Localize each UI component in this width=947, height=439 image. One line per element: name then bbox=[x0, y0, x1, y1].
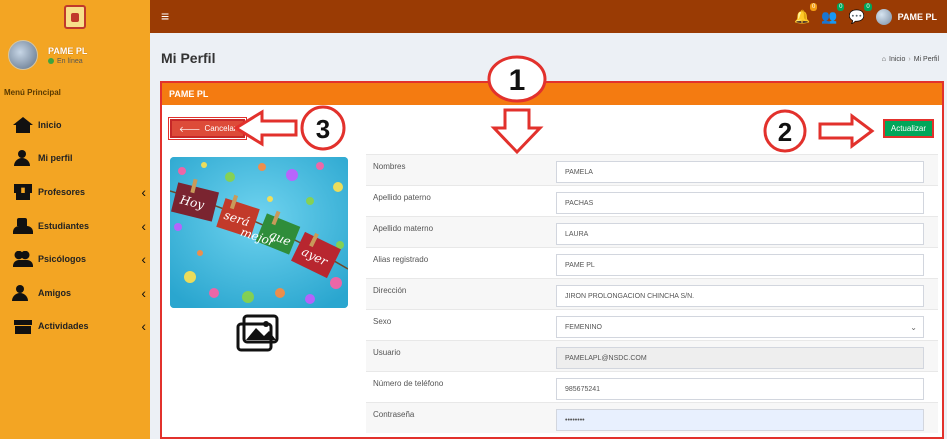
annotation-arrow-down-icon bbox=[490, 108, 544, 155]
annotation-arrow-right-icon bbox=[818, 113, 875, 149]
annotation-number-1: 1 bbox=[509, 64, 526, 97]
annotation-number-2: 2 bbox=[778, 117, 792, 147]
annotation-number-3: 3 bbox=[316, 114, 330, 144]
annotation-arrow-left-icon bbox=[233, 109, 298, 147]
annotation-overlay: 1 2 3 bbox=[233, 55, 875, 155]
